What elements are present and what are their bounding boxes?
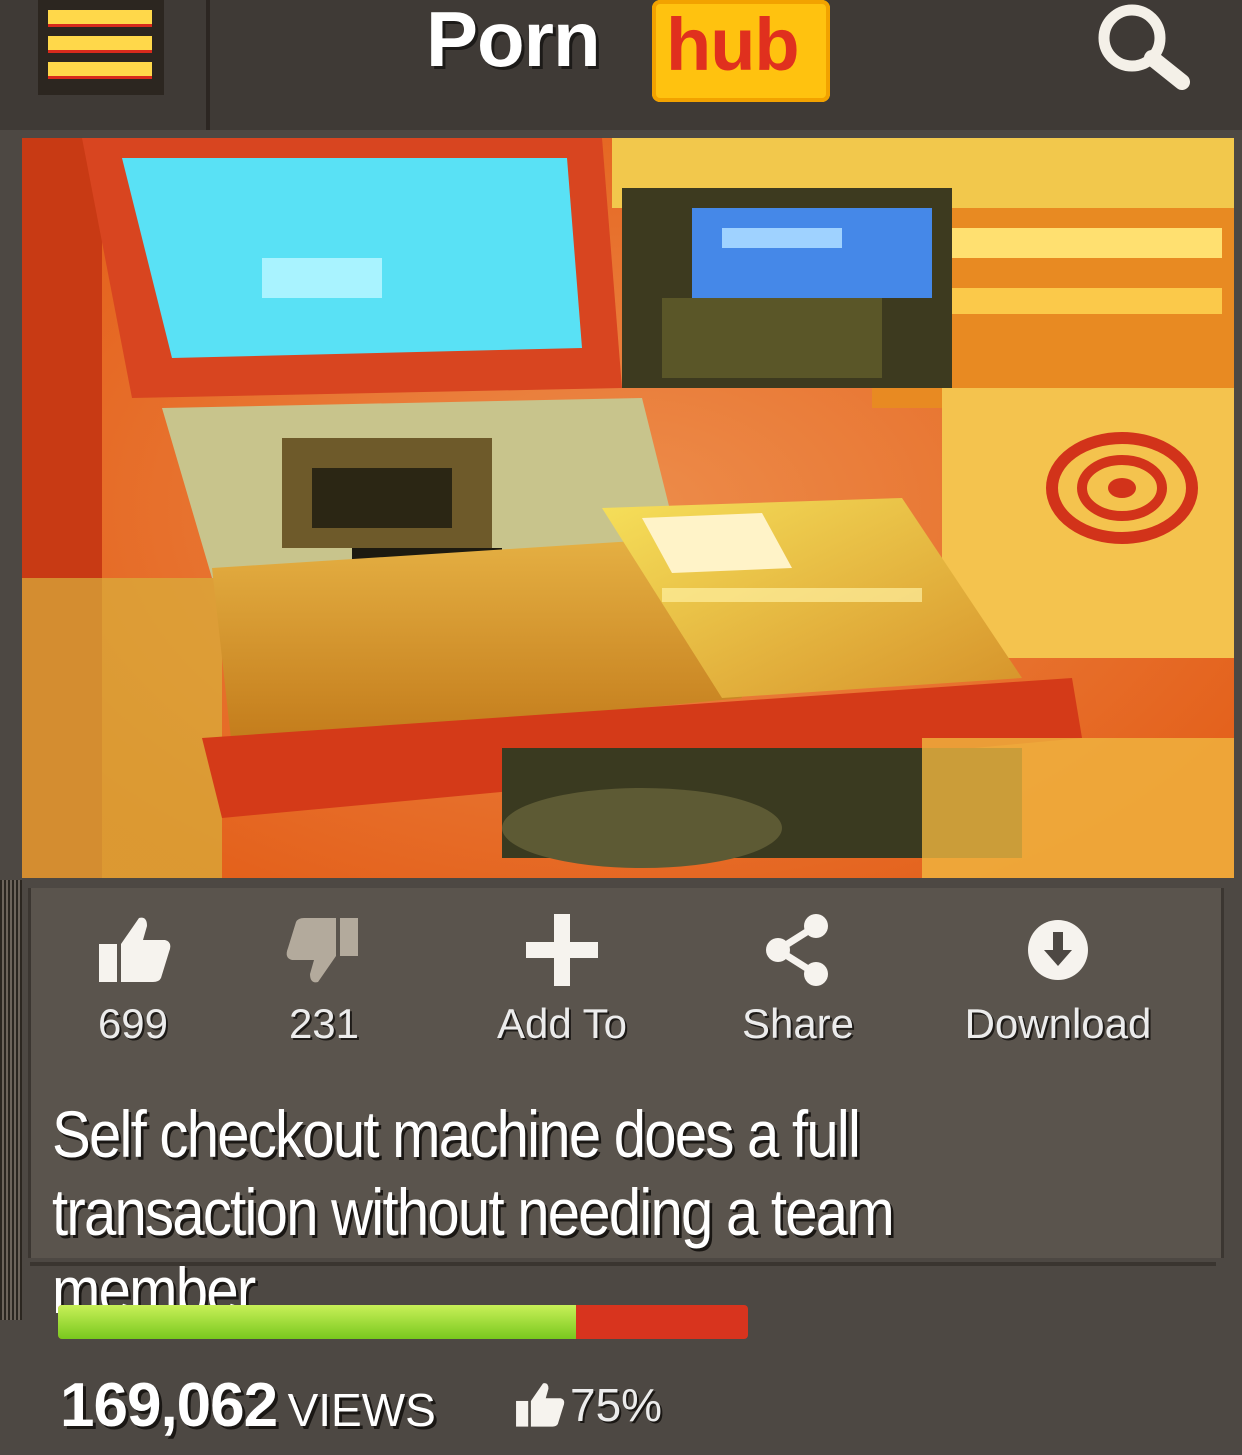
download-button[interactable]: Download: [948, 900, 1168, 1048]
search-icon[interactable]: [1086, 0, 1196, 92]
logo-text-left: Porn: [426, 0, 601, 83]
like-button[interactable]: 699: [88, 900, 178, 1048]
rating-bar: [58, 1305, 748, 1339]
view-count: 169,062 VIEWS: [60, 1370, 436, 1441]
view-count-label: VIEWS: [287, 1384, 436, 1436]
add-to-button[interactable]: Add To: [482, 900, 642, 1048]
dislike-count: 231: [288, 1000, 360, 1047]
download-label: Download: [964, 1000, 1152, 1047]
logo-badge: hub: [652, 0, 830, 102]
rating-percent: 75%: [512, 1378, 662, 1432]
video-title[interactable]: Self checkout machine does a full transa…: [52, 1095, 1073, 1329]
hamburger-menu-icon[interactable]: [38, 0, 164, 95]
app-frame: Porn hub 699 231 Add To Share Download S…: [0, 0, 1242, 1455]
plus-icon: [482, 900, 642, 1000]
thumbs-up-icon: [88, 900, 178, 1000]
thumbs-down-icon: [278, 900, 370, 1000]
small-thumbs-up-icon: [516, 1383, 565, 1427]
add-to-label: Add To: [497, 1000, 627, 1047]
video-thumbnail[interactable]: [22, 138, 1234, 878]
share-icon: [732, 900, 864, 1000]
top-bar: Porn hub: [0, 0, 1242, 130]
checkout-machine-image: [22, 138, 1234, 878]
header-divider: [206, 0, 210, 130]
view-count-number: 169,062: [60, 1371, 278, 1440]
share-button[interactable]: Share: [732, 900, 864, 1048]
share-label: Share: [741, 1000, 855, 1047]
dislike-button[interactable]: 231: [278, 900, 370, 1048]
like-count: 699: [97, 1000, 169, 1047]
logo-text-right: hub: [666, 3, 800, 86]
download-icon: [948, 900, 1168, 1000]
rating-bar-fill: [58, 1305, 576, 1339]
rating-percent-value: 75%: [570, 1379, 663, 1431]
edge-stripe: [0, 880, 22, 1320]
section-divider: [30, 1262, 1216, 1266]
